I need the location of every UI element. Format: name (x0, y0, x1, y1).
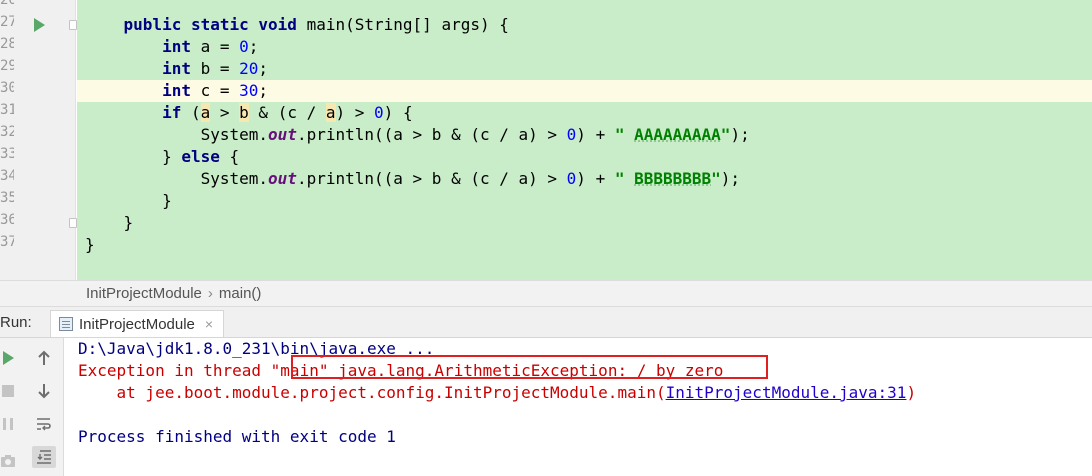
code-line-27: public static void main(String[] args) { (123, 15, 509, 34)
line-number: 33 (0, 146, 14, 162)
breadcrumb-class[interactable]: InitProjectModule (86, 285, 202, 302)
code-line-32: System.out.println((a > b & (c / a) > 0)… (200, 125, 750, 144)
code-line-28: int a = 0; (162, 37, 259, 56)
run-gutter-icon[interactable] (34, 18, 45, 32)
code-line-35: } (162, 191, 172, 210)
stack-trace-link[interactable]: InitProjectModule.java:31 (666, 383, 907, 402)
line-number: 31 (0, 102, 14, 118)
breadcrumb: InitProjectModule › main() (0, 280, 1092, 307)
breadcrumb-method[interactable]: main() (219, 285, 262, 302)
editor-gutter: 26 27 28 29 30 31 32 33 34 35 36 37 (0, 0, 77, 280)
line-number: 35 (0, 190, 14, 206)
console-icon (59, 317, 73, 331)
line-number: 26 (0, 0, 14, 8)
close-icon[interactable]: × (205, 316, 213, 332)
run-tab-initprojectmodule[interactable]: InitProjectModule × (50, 310, 225, 337)
run-tab-label: InitProjectModule (79, 315, 195, 333)
code-line-29: int b = 20; (162, 59, 269, 78)
run-tool-window-header: Run: InitProjectModule × (0, 307, 1092, 338)
code-line-37: } (85, 235, 95, 254)
code-line-30-current: int c = 30; (77, 80, 1092, 102)
code-line-31: if (a > b & (c / a) > 0) { (162, 103, 413, 122)
stop-icon[interactable] (0, 380, 20, 402)
breadcrumb-separator: › (207, 285, 213, 302)
down-arrow-icon[interactable] (32, 380, 56, 402)
console-stack-line: at jee.boot.module.project.config.InitPr… (78, 383, 917, 402)
up-arrow-icon[interactable] (32, 347, 56, 369)
line-number: 27 (0, 14, 14, 30)
run-label: Run: (0, 314, 32, 331)
line-number: 29 (0, 58, 14, 74)
line-number: 37 (0, 234, 14, 250)
code-line-36: } (123, 213, 134, 232)
line-number: 30 (0, 80, 14, 96)
code-line-34: System.out.println((a > b & (c / a) > 0)… (200, 169, 741, 188)
soft-wrap-icon[interactable] (32, 413, 56, 435)
line-number: 36 (0, 212, 14, 228)
run-toolbar (0, 338, 64, 476)
fold-marker-icon[interactable] (69, 218, 77, 228)
line-number: 34 (0, 168, 14, 184)
line-number: 28 (0, 36, 14, 52)
line-number: 32 (0, 124, 14, 140)
console-process-finished: Process finished with exit code 1 (78, 427, 396, 446)
fold-marker-icon[interactable] (69, 20, 77, 30)
camera-icon[interactable] (0, 450, 20, 472)
code-line-33: } else { (162, 147, 240, 166)
pause-icon[interactable] (0, 413, 20, 435)
annotation-highlight-box (291, 355, 768, 379)
scroll-to-end-icon[interactable] (32, 446, 56, 468)
code-editor[interactable]: 26 27 28 29 30 31 32 33 34 35 36 37 publ… (0, 0, 1092, 280)
rerun-icon[interactable] (0, 347, 20, 369)
